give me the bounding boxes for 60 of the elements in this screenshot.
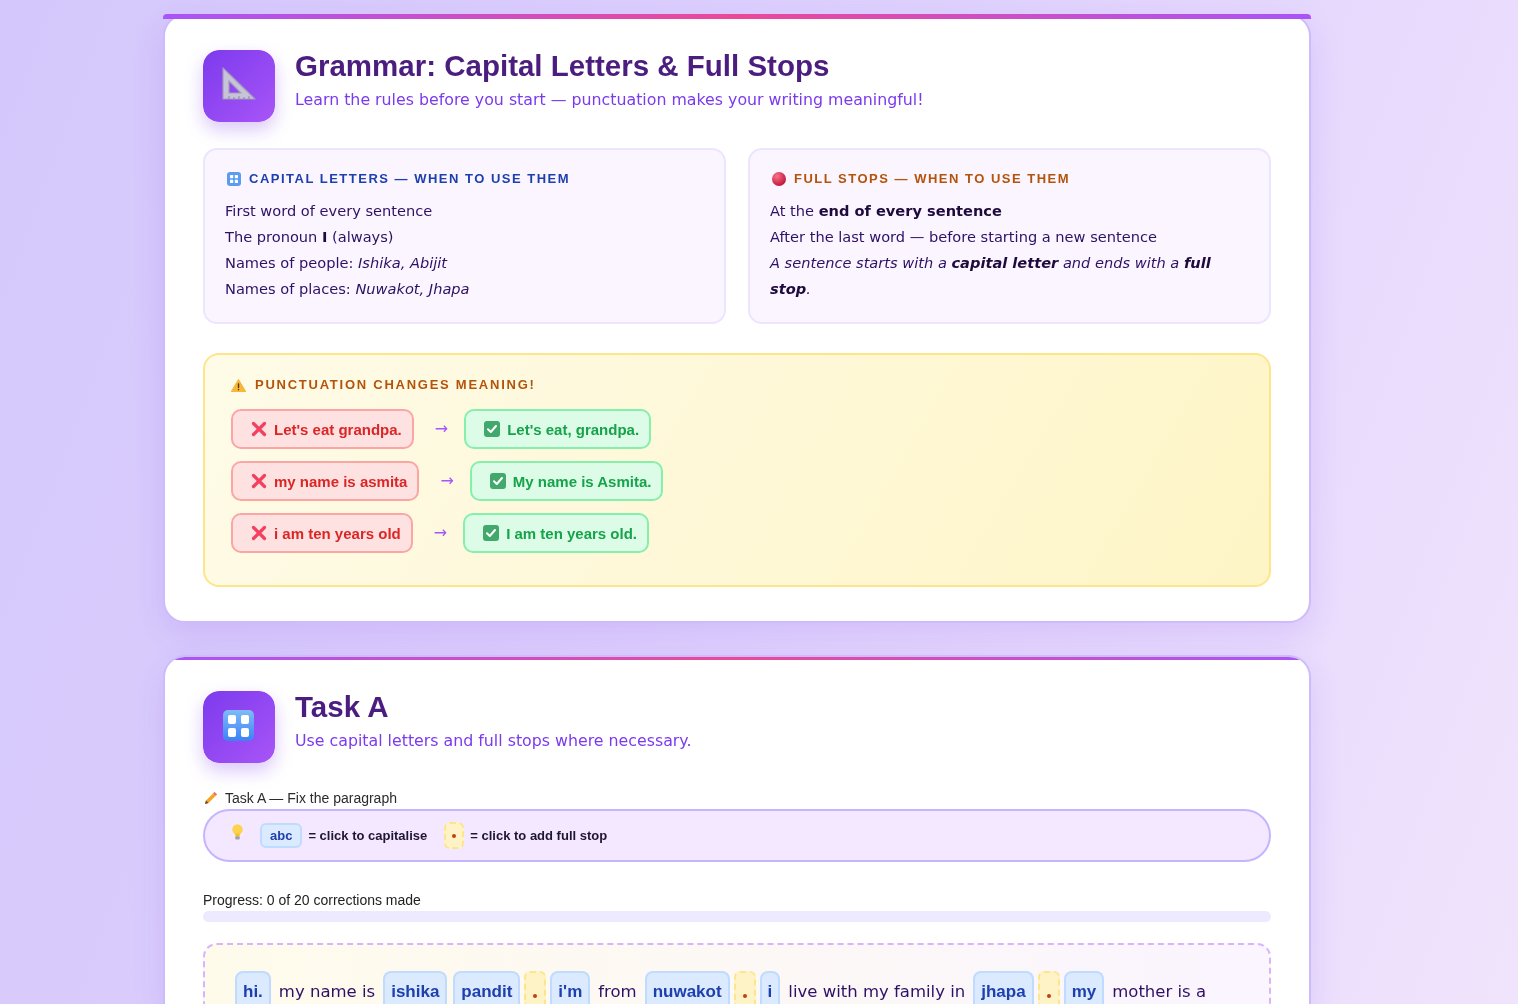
rule-text: A sentence starts with a capital letter and ends with a full stop. (770, 253, 1212, 299)
paragraph-text: my name is (278, 981, 376, 1002)
word-button[interactable]: i (759, 971, 781, 1004)
legend-text: = click to capitalise (308, 828, 428, 843)
progress-label: Progress: 0 of 20 corrections made (203, 891, 422, 909)
check-icon (483, 525, 500, 541)
lightbulb-icon (232, 823, 243, 840)
wrong-sentence: i am ten years old (274, 524, 401, 542)
cross-icon (251, 421, 267, 437)
dot-icon (533, 994, 538, 998)
rule-heading: CAPITAL LETTERS — WHEN TO USE THEM (249, 170, 571, 188)
full-stop-slot[interactable] (524, 971, 547, 1004)
rule-text: First word of every sentence (225, 201, 434, 221)
set-square-icon (203, 50, 275, 122)
check-icon (489, 473, 506, 489)
rule-text: After the last word — before starting a new sentence (770, 227, 1158, 247)
card-title: Task A (295, 690, 390, 724)
rule-text: Names of people: Ishika, Abijit (225, 253, 449, 273)
grid-icon (227, 172, 241, 186)
paragraph-text: live with my family in (788, 981, 966, 1002)
correct-sentence: My name is Asmita. (512, 472, 652, 490)
arrow: → (434, 419, 449, 439)
wrong-sentence: Let's eat grandpa. (274, 420, 402, 438)
cross-icon (251, 473, 267, 489)
paragraph-text: mother is a (1112, 981, 1207, 1002)
word-button[interactable]: nuwakot (644, 971, 730, 1004)
arrow: → (433, 523, 448, 543)
dot-icon (452, 833, 457, 838)
check-icon (484, 421, 501, 437)
grid-icon (203, 691, 275, 763)
dot-icon (1046, 994, 1051, 998)
word-button[interactable]: hi. (235, 971, 271, 1004)
warning-heading: PUNCTUATION CHANGES MEANING! (255, 376, 536, 394)
rule-text: The pronoun I (always) (225, 227, 395, 247)
card-subtitle: Use capital letters and full stops where necessary. (295, 730, 692, 752)
rule-heading: FULL STOPS — WHEN TO USE THEM (794, 170, 1071, 188)
card-title: Grammar: Capital Letters & Full Stops (295, 49, 831, 83)
rule-text: Names of places: Nuwakot, Jhapa (225, 279, 471, 299)
warning-icon (231, 378, 246, 392)
correct-sentence: I am ten years old. (506, 524, 637, 542)
wrong-sentence: my name is asmita (274, 472, 408, 490)
task-label: Task A — Fix the paragraph (225, 789, 397, 807)
dot-icon (742, 994, 747, 998)
word-button[interactable]: my (1063, 971, 1105, 1004)
word-button[interactable]: i'm (550, 971, 591, 1004)
word-button[interactable]: pandit (453, 971, 521, 1004)
word-button[interactable]: ishika (383, 971, 448, 1004)
rule-text: At the end of every sentence (770, 201, 1003, 221)
full-stop-slot[interactable] (733, 971, 756, 1004)
full-stop-slot[interactable] (1037, 971, 1060, 1004)
legend-text: = click to add full stop (470, 828, 608, 843)
cross-icon (251, 525, 267, 541)
card-subtitle: Learn the rules before you start — punctuation makes your writing meaningful! (295, 89, 924, 111)
arrow: → (440, 471, 454, 491)
word-button[interactable]: jhapa (973, 971, 1034, 1004)
circle-icon (772, 172, 786, 186)
correct-sentence: Let's eat, grandpa. (507, 420, 640, 438)
sample-word: abc (260, 823, 303, 848)
pencil-icon (203, 790, 219, 806)
paragraph-text: from (598, 981, 637, 1002)
